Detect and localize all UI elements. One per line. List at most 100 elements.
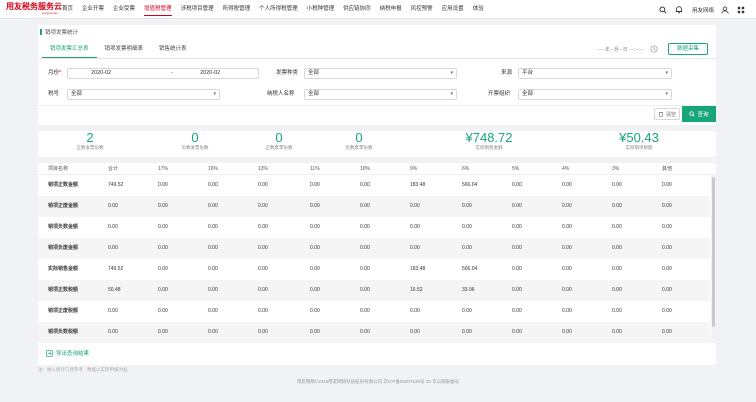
chevron-down-icon: ▾ bbox=[665, 70, 668, 76]
nav-item[interactable]: 企业受票 bbox=[113, 0, 135, 19]
nav-item[interactable]: 应用设置 bbox=[442, 0, 464, 19]
row-label: 销项负数税额 bbox=[48, 329, 79, 335]
user-icon[interactable] bbox=[720, 5, 730, 15]
table-scrollbar[interactable] bbox=[711, 175, 716, 343]
nav-item[interactable]: 风控预警 bbox=[411, 0, 433, 19]
data-collect-button[interactable]: 数据采集 bbox=[667, 43, 708, 55]
stat-card: 0 正数废票份数 bbox=[234, 131, 324, 151]
table-cell: 0.00 bbox=[662, 224, 672, 230]
table-cell: 0.00 bbox=[410, 203, 420, 209]
table-cell: 0.00 bbox=[310, 203, 320, 209]
nav-item[interactable]: 纳税申报 bbox=[380, 0, 402, 19]
table-cell: 0.00 bbox=[360, 287, 370, 293]
stat-label: 正数废票份数 bbox=[265, 145, 293, 150]
summary-table: 项目名称 合计 17% 16% 13% 11% 10% 9% 6% 5% 4% 3% 其他 销项正数金额… bbox=[38, 157, 716, 343]
tab-toolbar: ----年--月--日 --:--:-- 数据采集 bbox=[598, 41, 708, 57]
nav-item[interactable]: 首页 bbox=[62, 0, 73, 19]
column-header: 项目名称 bbox=[48, 166, 69, 172]
column-header: 5% bbox=[512, 166, 520, 172]
top-navbar: 用友税务服务云 yonyou.com 首页 企业开票 企业受票 增值税管理 涉税项目管理… bbox=[0, 0, 756, 19]
chevron-down-icon: ▾ bbox=[213, 91, 216, 97]
month-label: 月份* bbox=[48, 70, 62, 76]
tab-1[interactable]: 销项发票明细表 bbox=[97, 41, 152, 58]
table-cell: 0.00 bbox=[310, 266, 320, 272]
nav-item[interactable]: 增值税管理 bbox=[144, 0, 172, 19]
scrollbar-thumb[interactable] bbox=[712, 177, 715, 327]
table-cell: 0.00 bbox=[258, 266, 268, 272]
tax-no-label: 税号 bbox=[48, 91, 60, 97]
company-name[interactable]: 用友网络 bbox=[692, 6, 714, 14]
stat-card: ¥748.72 实际销售金额 bbox=[434, 131, 544, 151]
table-row: 销项负废金额 0.00 0.00 0.00 0.00 0.00 0.00 0.00 0.00 0.… bbox=[38, 238, 710, 259]
brand-logo[interactable]: 用友税务服务云 yonyou.com bbox=[0, 3, 62, 16]
column-header: 16% bbox=[208, 166, 219, 172]
export-icon bbox=[46, 349, 53, 357]
table-cell: 183.48 bbox=[410, 182, 426, 188]
clear-button[interactable]: 清空 bbox=[654, 108, 680, 120]
nav-item[interactable]: 小税种管理 bbox=[307, 0, 335, 19]
nav-item[interactable]: 体验 bbox=[473, 0, 484, 19]
stat-label: 实际销售金额 bbox=[475, 145, 503, 150]
table-cell: 0.00 bbox=[158, 203, 168, 209]
table-cell: 0.00 bbox=[158, 308, 168, 314]
table-cell: 0.00 bbox=[360, 266, 370, 272]
search-icon bbox=[689, 111, 696, 117]
table-cell: 0.00 bbox=[258, 182, 268, 188]
stat-value: 0 bbox=[355, 130, 363, 145]
tax-no-select[interactable]: 全部 ▾ bbox=[67, 89, 220, 100]
nav-item[interactable]: 企业开票 bbox=[82, 0, 104, 19]
column-header: 4% bbox=[562, 166, 570, 172]
stat-label: 正数发票份数 bbox=[76, 145, 104, 150]
query-button[interactable]: 查询 bbox=[682, 106, 716, 122]
taxpayer-name-select[interactable]: 全部 ▾ bbox=[304, 89, 457, 100]
bell-icon[interactable] bbox=[674, 5, 684, 15]
month-range-sep: - bbox=[171, 70, 173, 76]
table-cell: 0.00 bbox=[512, 245, 522, 251]
invoice-type-select[interactable]: 全部 ▾ bbox=[304, 68, 457, 79]
month-range-picker[interactable]: 2020-02 - 2020-02 bbox=[67, 68, 259, 79]
brand-tagline: yonyou.com bbox=[41, 11, 58, 15]
table-cell: 0.00 bbox=[108, 329, 118, 335]
stat-label: 实际销项税额 bbox=[625, 145, 653, 150]
table-cell: 0.00 bbox=[360, 224, 370, 230]
export-results-button[interactable]: 导出查询结果 bbox=[38, 345, 89, 361]
table-cell: 0.00 bbox=[562, 329, 572, 335]
stat-card: 0 负数发票份数 bbox=[150, 131, 240, 151]
main-menu: 首页 企业开票 企业受票 增值税管理 涉税项目管理 所得税管理 个人所得税管理 小税种管理 供应… bbox=[62, 0, 493, 19]
clock-icon[interactable] bbox=[650, 45, 658, 53]
table-cell: 0.00 bbox=[310, 245, 320, 251]
table-cell: 0.00 bbox=[158, 182, 168, 188]
tax-no-value: 全部 bbox=[71, 91, 83, 97]
row-label: 销项负废金额 bbox=[48, 245, 79, 251]
table-cell: 0.00 bbox=[360, 203, 370, 209]
summary-stats: 2 正数发票份数 0 负数发票份数 0 正数废票份数 0 负数废票份数 ¥748.72 实际销售金… bbox=[38, 125, 716, 151]
nav-item[interactable]: 涉税项目管理 bbox=[181, 0, 214, 19]
source-value: 平台 bbox=[522, 70, 534, 76]
table-row: 销项负数税额 0.00 0.00 0.00 0.00 0.00 0.00 0.00 0.00 0.… bbox=[38, 322, 710, 343]
nav-item[interactable]: 个人所得税管理 bbox=[259, 0, 298, 19]
table-cell: 0.00 bbox=[512, 308, 522, 314]
table-cell: 0.00 bbox=[208, 245, 218, 251]
chevron-down-icon: ▾ bbox=[450, 91, 453, 97]
table-cell: 33.96 bbox=[462, 287, 475, 293]
table-cell: 0.00 bbox=[562, 203, 572, 209]
table-cell: 0.00 bbox=[562, 287, 572, 293]
table-cell: 0.00 bbox=[462, 203, 472, 209]
source-select[interactable]: 平台 ▾ bbox=[518, 68, 672, 79]
search-icon[interactable] bbox=[658, 5, 668, 15]
table-cell: 0.00 bbox=[208, 266, 218, 272]
table-cell: 16.52 bbox=[410, 287, 423, 293]
table-cell: 0.00 bbox=[108, 203, 118, 209]
tab-2[interactable]: 销售统计表 bbox=[151, 41, 195, 58]
issuing-org-select[interactable]: 全部 ▾ bbox=[518, 89, 672, 100]
tab-0[interactable]: 销项发票汇总表 bbox=[42, 41, 97, 58]
apps-icon[interactable] bbox=[736, 5, 746, 15]
breadcrumb-label: 销项发票统计 bbox=[45, 30, 79, 36]
taxpayer-name-label: 纳税人名称 bbox=[267, 91, 295, 97]
stat-card: ¥50.43 实际销项税额 bbox=[594, 131, 684, 151]
nav-item[interactable]: 所得税管理 bbox=[223, 0, 251, 19]
row-label: 销项正数税额 bbox=[48, 287, 79, 293]
table-cell: 0.00 bbox=[258, 287, 268, 293]
taxpayer-name-value: 全部 bbox=[308, 91, 320, 97]
nav-item[interactable]: 供应链协同 bbox=[343, 0, 371, 19]
